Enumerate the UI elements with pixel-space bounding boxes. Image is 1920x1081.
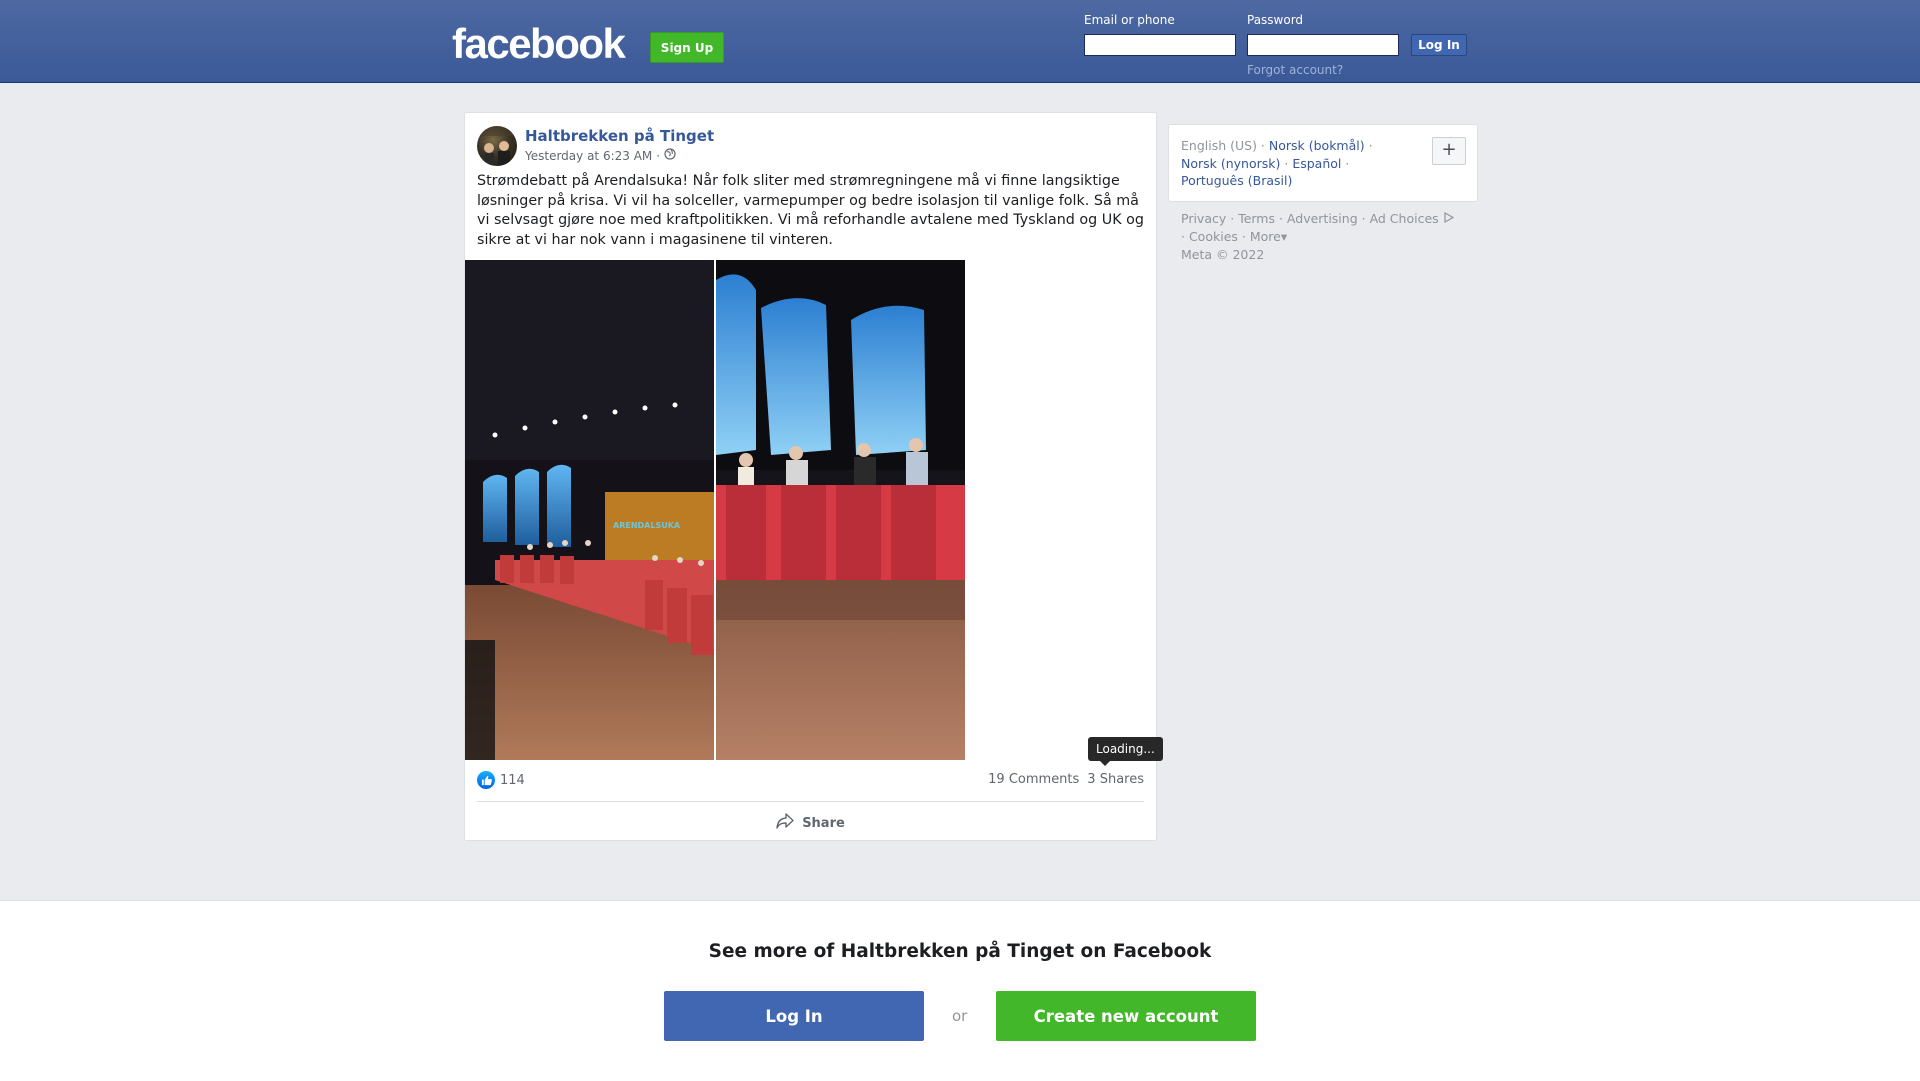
reaction-summary[interactable]: 114 xyxy=(477,771,525,789)
email-label: Email or phone xyxy=(1084,13,1175,27)
email-input[interactable] xyxy=(1084,34,1236,56)
or-separator: or xyxy=(952,1007,968,1025)
post-photo-1[interactable]: ARENDALSUKA xyxy=(465,260,714,760)
post-timestamp-link[interactable]: Yesterday at 6:23 AM xyxy=(525,149,652,163)
signup-button[interactable]: Sign Up xyxy=(650,32,724,63)
forgot-account-link[interactable]: Forgot account? xyxy=(1247,63,1343,77)
meta-separator: · xyxy=(656,148,661,163)
like-count: 114 xyxy=(500,772,525,788)
top-navigation-bar: facebook Sign Up Email or phone Password… xyxy=(0,0,1920,83)
post-body-text: Strømdebatt på Arendalsuka! Når folk sli… xyxy=(477,173,1144,248)
more-caret-icon: ▾ xyxy=(1280,229,1288,244)
advertising-link[interactable]: Advertising xyxy=(1287,211,1358,226)
current-language: English (US) xyxy=(1181,138,1257,153)
ad-choices-icon xyxy=(1443,211,1455,226)
post-author-link[interactable]: Haltbrekken på Tinget xyxy=(525,127,714,145)
post-photo-2[interactable] xyxy=(716,260,965,760)
share-button[interactable]: Share xyxy=(465,808,1156,838)
password-label: Password xyxy=(1247,13,1304,27)
ad-choices-link[interactable]: Ad Choices xyxy=(1370,211,1439,226)
login-prompt-title: See more of Haltbrekken på Tinget on Fac… xyxy=(708,941,1212,962)
loading-tooltip: Loading... xyxy=(1088,737,1163,766)
language-norsk-nynorsk[interactable]: Norsk (nynorsk) xyxy=(1181,156,1280,171)
facebook-logo[interactable]: facebook xyxy=(452,20,626,68)
terms-link[interactable]: Terms xyxy=(1238,211,1275,226)
more-link[interactable]: More xyxy=(1250,229,1281,244)
action-divider xyxy=(477,801,1144,802)
login-prompt-bar: See more of Haltbrekken på Tinget on Fac… xyxy=(0,900,1920,1081)
language-list: English (US) · Norsk (bokmål) · Norsk (n… xyxy=(1181,138,1373,189)
language-portugues-brasil[interactable]: Português (Brasil) xyxy=(1181,173,1292,188)
create-account-button[interactable]: Create new account xyxy=(996,991,1256,1041)
privacy-link[interactable]: Privacy xyxy=(1181,211,1226,226)
language-espanol[interactable]: Español xyxy=(1292,156,1341,171)
arendalsuka-sign-text: ARENDALSUKA xyxy=(613,521,681,530)
bottom-login-button[interactable]: Log In xyxy=(664,991,924,1041)
post-meta: Yesterday at 6:23 AM · xyxy=(525,148,676,163)
shares-count-link[interactable]: 3 Shares xyxy=(1087,772,1144,787)
copyright: Meta © 2022 xyxy=(1181,247,1265,262)
password-input[interactable] xyxy=(1247,34,1399,56)
engagement-counts: 19 Comments 3 Shares xyxy=(988,772,1144,787)
post-card: Haltbrekken på Tinget Yesterday at 6:23 … xyxy=(464,112,1163,841)
more-languages-button[interactable]: + xyxy=(1432,137,1466,165)
globe-icon xyxy=(664,148,676,163)
share-arrow-icon xyxy=(776,813,794,833)
cookies-link[interactable]: Cookies xyxy=(1189,229,1238,244)
language-norsk-bokmal[interactable]: Norsk (bokmål) xyxy=(1269,138,1365,153)
header-login-button[interactable]: Log In xyxy=(1411,34,1467,56)
language-selector-box: English (US) · Norsk (bokmål) · Norsk (n… xyxy=(1168,124,1478,202)
like-reaction-icon xyxy=(477,771,495,789)
footer-links: Privacy · Terms · Advertising · Ad Choic… xyxy=(1181,210,1481,264)
share-label: Share xyxy=(802,815,845,831)
comments-count-link[interactable]: 19 Comments xyxy=(988,772,1079,787)
page-avatar[interactable] xyxy=(477,126,517,166)
